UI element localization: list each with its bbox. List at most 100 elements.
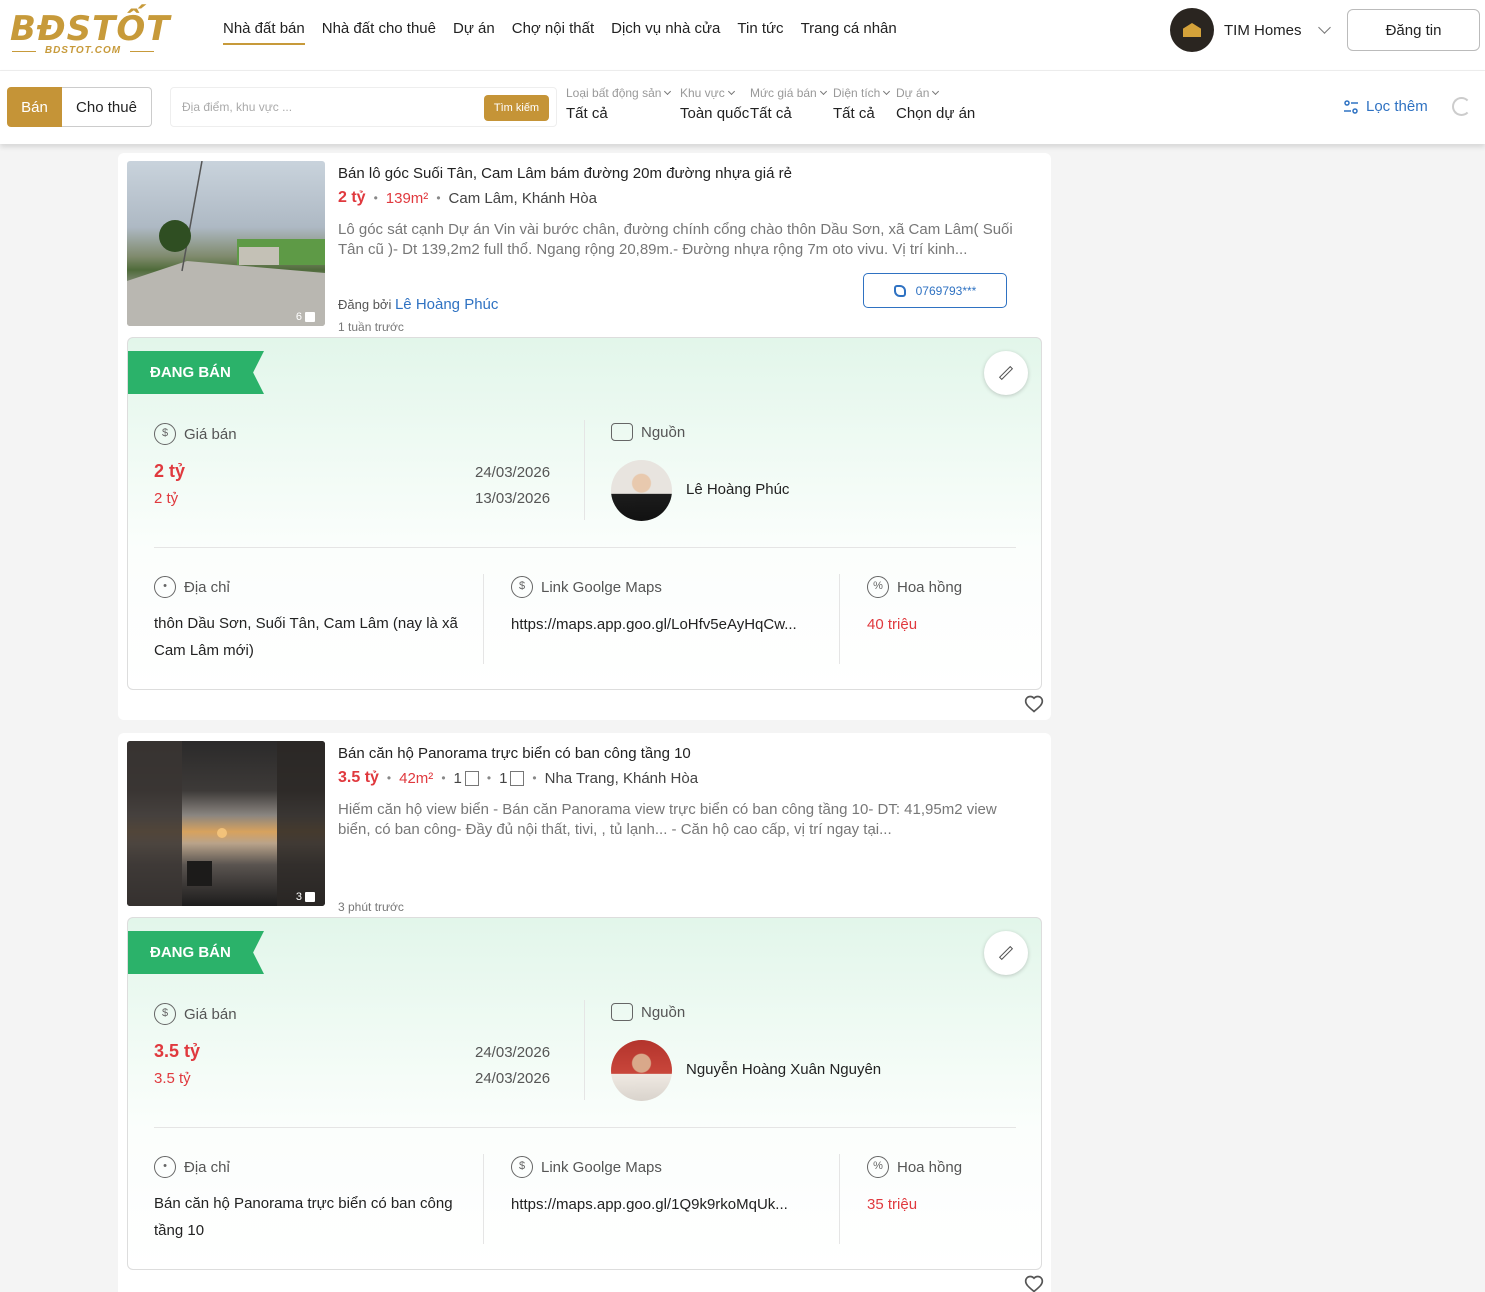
logo-text: BĐSTỐT [10,9,171,49]
source-avatar [611,460,672,521]
post-listing-button[interactable]: Đăng tin [1347,9,1480,51]
posted-by-label: Đăng bởi [338,297,392,312]
price-label: $ Giá bán [154,1003,237,1025]
top-header: BĐSTỐT BDSTOT.COM Nhà đất bán Nhà đất ch… [0,0,1485,71]
listing-detail-panel: ĐANG BÁN $ Giá bán 2 tỷ 2 tỷ 24/03/2026 1… [127,337,1042,690]
bedroom-value: 1 [453,769,462,787]
price-date-2: 24/03/2026 [475,1070,551,1087]
listing-card[interactable]: 3 Bán căn hộ Panorama trực biển có ban c… [118,733,1051,1292]
listing-card[interactable]: 6 Bán lô góc Suối Tân, Cam Lâm bám đường… [118,153,1051,720]
commission-label: % Hoa hồng [867,576,962,598]
listing-time: 3 phút trước [338,900,404,914]
listing-price: 2 tỷ [338,189,366,206]
filter-value: Tất cả [566,105,608,122]
phone-button[interactable]: 0769793*** [863,273,1007,308]
source-label: Nguồn [611,1003,685,1021]
search-placeholder: Địa điểm, khu vực ... [182,100,293,114]
nav-item-news[interactable]: Tin tức [737,20,783,45]
address-label-text: Địa chỉ [184,1158,230,1176]
listing-time: 1 tuần trước [338,320,404,334]
account-menu[interactable]: TIM Homes [1170,8,1331,52]
nav-item-projects[interactable]: Dự án [453,20,495,45]
address-label: • Địa chỉ [154,576,230,598]
chevron-down-icon [932,87,940,96]
account-name: TIM Homes [1224,21,1302,39]
more-filters-label: Lọc thêm [1366,98,1428,115]
source-label-text: Nguồn [641,1003,686,1021]
filter-area[interactable]: Diện tích Tất cả [833,86,891,122]
filter-price[interactable]: Mức giá bán Tất cả [750,86,828,122]
filter-property-type[interactable]: Loại bất động sản Tất cả [566,86,672,122]
main-nav: Nhà đất bán Nhà đất cho thuê Dự án Chợ n… [223,20,897,45]
nav-item-rent[interactable]: Nhà đất cho thuê [322,20,436,45]
filter-label: Dự án [896,86,930,100]
site-logo[interactable]: BĐSTỐT BDSTOT.COM [10,9,171,58]
maps-label-text: Link Goolge Maps [541,578,662,596]
toggle-rent[interactable]: Cho thuê [62,87,152,127]
nav-item-profile[interactable]: Trang cá nhân [801,20,897,45]
search-input[interactable]: Địa điểm, khu vực ... Tìm kiếm [170,87,557,127]
chevron-down-icon [1317,20,1331,34]
divider [483,574,484,664]
dollar-icon: $ [154,1003,176,1025]
phone-icon [893,284,906,297]
price-label: $ Giá bán [154,423,237,445]
filter-label: Diện tích [833,86,881,100]
maps-link[interactable]: https://maps.app.goo.gl/LoHfv5eAyHqCw... [511,616,821,633]
more-filters-button[interactable]: Lọc thêm [1343,98,1428,115]
edit-button[interactable] [984,351,1028,395]
filter-value: Chọn dự án [896,105,976,122]
commission-value: 40 triệu [867,616,918,633]
maps-link[interactable]: https://maps.app.goo.gl/1Q9k9rkoMqUk... [511,1196,821,1213]
home-logo-icon [1183,23,1201,37]
divider [154,547,1016,548]
image-icon [305,892,315,902]
id-card-icon [611,1003,633,1021]
listing-location: Nha Trang, Khánh Hòa [544,769,699,787]
nav-item-home-services[interactable]: Dịch vụ nhà cửa [611,20,720,45]
percent-badge-icon: % [867,576,889,598]
maps-label: $ Link Goolge Maps [511,576,662,598]
commission-label: % Hoa hồng [867,1156,962,1178]
listing-title[interactable]: Bán lô góc Suối Tân, Cam Lâm bám đường 2… [338,165,792,182]
divider [584,420,585,520]
filter-label: Mức giá bán [750,86,817,100]
address-value: Bán căn hộ Panorama trực biển có ban côn… [154,1195,453,1239]
status-badge: ĐANG BÁN [128,931,264,974]
heart-icon[interactable] [1024,1274,1044,1292]
filter-label: Loại bất động sản [566,86,662,100]
source-name: Nguyễn Hoàng Xuân Nguyên [686,1061,882,1078]
search-button[interactable]: Tìm kiếm [484,95,549,121]
transaction-toggle: Bán Cho thuê [7,87,152,127]
photo-scene [127,741,325,906]
listing-title[interactable]: Bán căn hộ Panorama trực biển có ban côn… [338,745,691,762]
listing-photo[interactable]: 3 [127,741,325,906]
nav-item-sale[interactable]: Nhà đất bán [223,20,305,45]
chevron-down-icon [819,87,827,96]
filter-project[interactable]: Dự án Chọn dự án [896,86,975,122]
address-value: thôn Dầu Sơn, Suối Tân, Cam Lâm (nay là … [154,615,458,659]
maps-label-text: Link Goolge Maps [541,1158,662,1176]
filter-region[interactable]: Khu vực Toàn quốc [680,86,749,122]
listing-meta: 3.5 tỷ • 42m² • 1 • 1 • Nha Trang, Khánh… [338,769,699,787]
listing-photo[interactable]: 6 [127,161,325,326]
bath-icon [510,771,525,787]
nav-item-furniture[interactable]: Chợ nội thất [512,20,594,45]
toggle-sell[interactable]: Bán [7,87,62,127]
poster-link[interactable]: Lê Hoàng Phúc [395,296,498,313]
commission-value: 35 triệu [867,1196,918,1213]
heart-icon[interactable] [1024,694,1044,714]
refresh-icon[interactable] [1452,97,1471,116]
chevron-down-icon [727,87,735,96]
bathroom-count: 1 [499,770,525,787]
divider [483,1154,484,1244]
chevron-down-icon [664,87,672,96]
edit-button[interactable] [984,931,1028,975]
location-pin-icon: • [154,1156,176,1178]
price-sub: 3.5 tỷ [154,1070,191,1087]
price-main: 2 tỷ [154,461,186,481]
listing-area: 42m² [399,769,434,787]
posted-by: Đăng bởi Lê Hoàng Phúc [338,296,498,313]
price-date-1: 24/03/2026 [475,464,551,481]
location-pin-icon: • [154,576,176,598]
